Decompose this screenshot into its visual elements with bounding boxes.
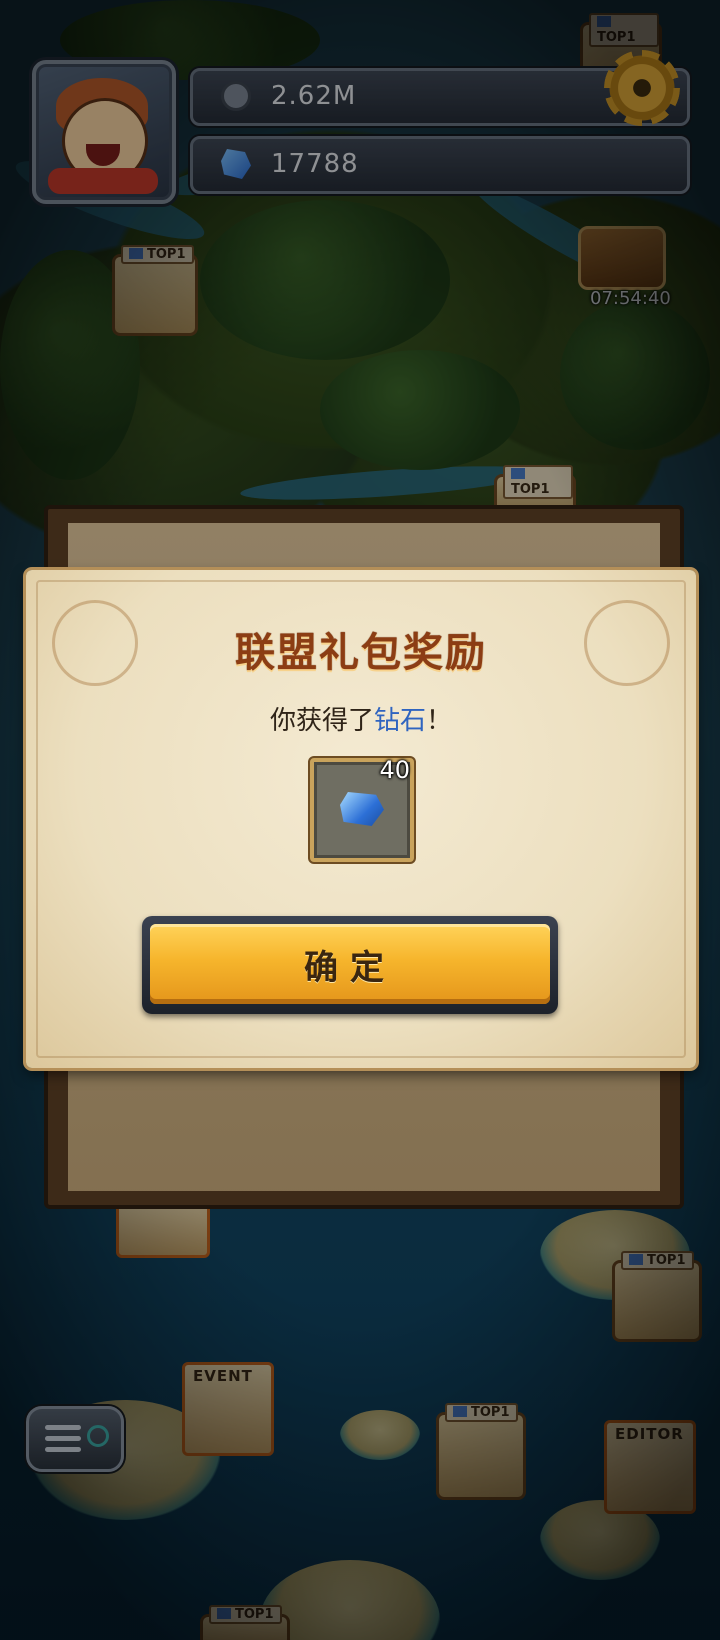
confirm-label: 确定: [304, 948, 396, 988]
editor-sign[interactable]: EDITOR: [604, 1420, 696, 1514]
map-marker[interactable]: TOP1: [200, 1605, 290, 1640]
marker-tag: TOP1: [503, 465, 573, 499]
settings-gear-icon[interactable]: [604, 50, 680, 126]
coin-icon: [221, 81, 251, 111]
event-sign[interactable]: EVENT: [182, 1362, 274, 1456]
marker-tag: TOP1: [445, 1403, 518, 1422]
confirm-button[interactable]: 确定: [142, 916, 558, 1014]
chest-timer: 07:54:40: [590, 288, 671, 309]
reward-count: 40: [379, 756, 410, 784]
gem-icon: [221, 149, 251, 179]
event-label: EVENT: [193, 1367, 253, 1385]
reward-dialog: 联盟礼包奖励 你获得了钻石！ 40 确定: [26, 570, 696, 1068]
gem-bar: 17788: [190, 136, 690, 194]
message-prefix: 你获得了: [269, 706, 374, 736]
map-marker[interactable]: TOP1: [436, 1403, 526, 1500]
message-suffix: ！: [426, 706, 453, 736]
message-item: 钻石: [373, 706, 426, 736]
marker-tag: TOP1: [121, 245, 194, 264]
marker-tag: TOP1: [209, 1605, 282, 1624]
marker-tag: TOP1: [621, 1251, 694, 1270]
diamond-icon: [340, 792, 384, 826]
editor-label: EDITOR: [615, 1425, 684, 1443]
menu-button[interactable]: [26, 1406, 124, 1472]
dialog-title: 联盟礼包奖励: [235, 630, 487, 676]
map-marker[interactable]: TOP1: [112, 245, 198, 336]
treasure-chest-icon[interactable]: [578, 226, 666, 290]
menu-dial-icon: [87, 1425, 109, 1447]
player-avatar[interactable]: [32, 60, 176, 204]
reward-message: 你获得了钻石！: [26, 700, 696, 737]
gem-value: 17788: [271, 149, 359, 179]
reward-item-slot: 40: [310, 756, 414, 862]
coin-value: 2.62M: [271, 81, 357, 111]
map-marker[interactable]: TOP1: [612, 1251, 702, 1342]
marker-tag: TOP1: [589, 13, 659, 47]
